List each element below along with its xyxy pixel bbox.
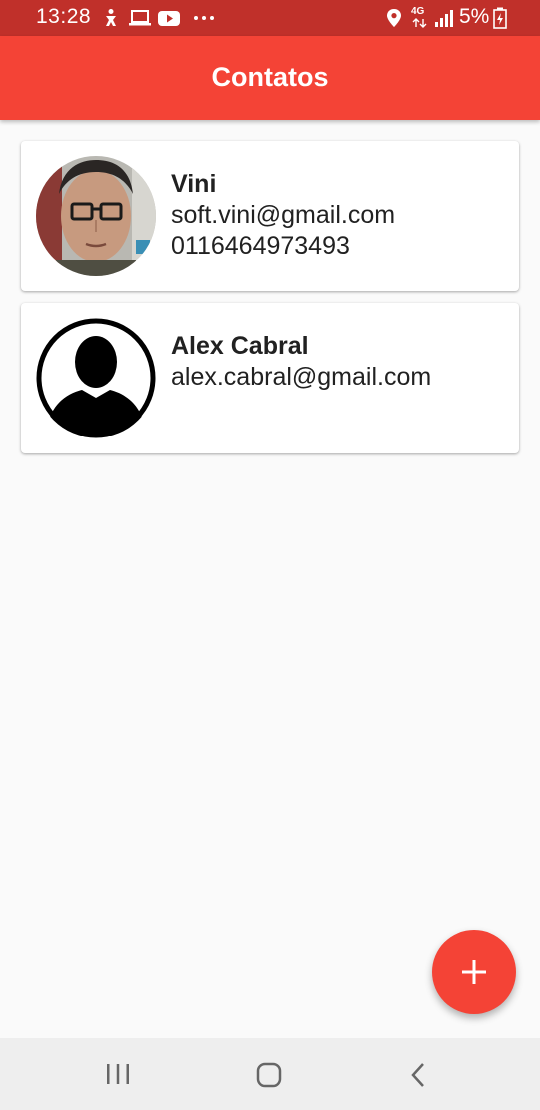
contact-phone: 0116464973493 — [171, 232, 350, 260]
status-bar: 13:28 4G 5% — [0, 0, 540, 36]
contact-info: Vini soft.vini@gmail.com 0116464973493 — [171, 169, 511, 262]
person-silhouette-icon — [36, 318, 156, 438]
contact-name: Vini — [171, 170, 217, 198]
back-icon[interactable] — [408, 1062, 428, 1093]
laptop-icon — [128, 8, 152, 33]
recent-apps-icon[interactable] — [105, 1062, 131, 1091]
more-notifications-icon — [192, 8, 216, 33]
navigation-bar — [0, 1038, 540, 1110]
contact-info: Alex Cabral alex.cabral@gmail.com — [171, 331, 511, 393]
signal-icon — [434, 8, 454, 33]
add-contact-button[interactable] — [432, 930, 516, 1014]
plus-icon — [462, 960, 486, 984]
battery-charging-icon — [493, 7, 507, 34]
app-bar: Contatos — [0, 36, 540, 120]
contact-name: Alex Cabral — [171, 332, 309, 360]
network-type-icon: 4G — [409, 6, 431, 28]
page-title: Contatos — [211, 62, 329, 92]
youtube-icon — [157, 8, 181, 33]
contact-card[interactable]: Alex Cabral alex.cabral@gmail.com — [21, 303, 519, 453]
network-type-label: 4G — [411, 6, 425, 17]
home-icon[interactable] — [255, 1062, 283, 1093]
accessibility-icon — [103, 8, 119, 33]
contact-email: alex.cabral@gmail.com — [171, 363, 432, 391]
contact-photo — [36, 156, 156, 276]
contact-card[interactable]: Vini soft.vini@gmail.com 0116464973493 — [21, 141, 519, 291]
location-icon — [385, 8, 403, 33]
contact-email: soft.vini@gmail.com — [171, 201, 396, 229]
battery-percent: 5% — [459, 5, 490, 28]
status-time: 13:28 — [36, 5, 92, 28]
